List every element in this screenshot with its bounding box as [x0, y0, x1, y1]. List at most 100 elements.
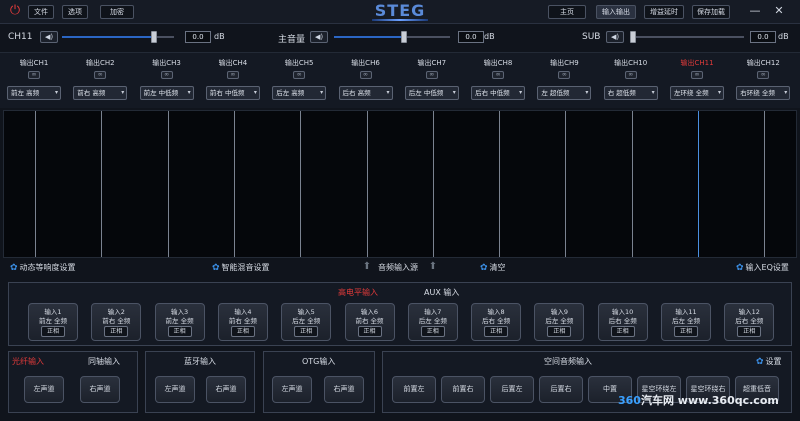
link-icon[interactable]: ∞	[359, 71, 372, 79]
clear-button[interactable]: ✿ 清空	[480, 262, 506, 273]
spatial-button-4[interactable]: 后置右	[539, 376, 583, 403]
link-icon[interactable]: ∞	[558, 71, 571, 79]
bluetooth-right-button[interactable]: 右声道	[206, 376, 246, 403]
link-icon[interactable]: ∞	[94, 71, 107, 79]
phase-button[interactable]: 正相	[104, 326, 129, 337]
phase-button[interactable]: 正相	[357, 326, 382, 337]
phase-button[interactable]: 正相	[737, 326, 762, 337]
aux-input-tab[interactable]: AUX 输入	[424, 287, 459, 298]
link-icon[interactable]: ∞	[691, 71, 703, 79]
master-speaker-icon[interactable]: ◀)	[310, 31, 328, 43]
input-8[interactable]: 输入8 后右 全频 正相	[471, 303, 522, 341]
nav-io-button[interactable]: 输入输出	[596, 5, 636, 19]
phase-button[interactable]: 正相	[294, 326, 319, 337]
ch-value-box[interactable]: 0.0	[185, 31, 211, 43]
power-icon[interactable]: ⏻	[8, 4, 22, 18]
input-eq-button[interactable]: ✿ 输入EQ设置	[736, 262, 789, 273]
input-10[interactable]: 输入10 后右 全频 正相	[597, 303, 648, 341]
input-3[interactable]: 输入3 前左 全频 正相	[154, 303, 205, 341]
channel-name[interactable]: 输出CH12	[733, 58, 793, 68]
minimize-icon[interactable]: —	[748, 4, 762, 18]
channel-select[interactable]: 左 超低频	[537, 86, 592, 100]
nav-gain-delay-button[interactable]: 增益延时	[644, 5, 684, 19]
optical-left-button[interactable]: 左声道	[24, 376, 64, 403]
input-6[interactable]: 输入6 前右 全频 正相	[344, 303, 395, 341]
phase-button[interactable]: 正相	[484, 326, 509, 337]
channel-select[interactable]: 后左 中低频	[404, 86, 459, 100]
channel-name[interactable]: 输出CH3	[137, 58, 197, 68]
menu-encrypt[interactable]: 加密	[100, 5, 134, 19]
channel-select[interactable]: 前右 高频	[73, 86, 128, 100]
loudness-setting-button[interactable]: ✿ 动态等响度设置	[10, 262, 76, 273]
channel-name[interactable]: 输出CH1	[4, 58, 64, 68]
phase-button[interactable]: 正相	[230, 326, 255, 337]
high-level-input-tab[interactable]: 高电平输入	[338, 287, 378, 298]
channel-name[interactable]: 输出CH5	[269, 58, 329, 68]
input-assignment: 前左 全频	[165, 317, 194, 325]
close-icon[interactable]: ✕	[772, 4, 786, 18]
master-slider-thumb[interactable]	[400, 31, 407, 43]
channel-select[interactable]: 右环绕 全频	[736, 86, 791, 100]
master-value-box[interactable]: 0.0	[458, 31, 484, 43]
link-icon[interactable]: ∞	[28, 71, 40, 79]
input-11[interactable]: 输入11 后左 全频 正相	[661, 303, 711, 341]
otg-left-button[interactable]: 左声道	[272, 376, 312, 403]
ch-slider-thumb[interactable]	[150, 31, 157, 43]
menu-options[interactable]: 选项	[62, 5, 88, 19]
input-2[interactable]: 输入2 前右 全频 正相	[91, 303, 142, 341]
channel-select[interactable]: 后右 高频	[338, 86, 393, 100]
channel-name[interactable]: 输出CH9	[534, 58, 594, 68]
phase-button[interactable]: 正相	[167, 326, 192, 337]
link-icon[interactable]: ∞	[425, 71, 438, 79]
phase-button[interactable]: 正相	[420, 326, 445, 337]
sub-slider-track[interactable]	[632, 36, 744, 38]
channel-select[interactable]: 前左 中低频	[139, 86, 194, 100]
channel-name[interactable]: 输出CH2	[70, 58, 130, 68]
phase-button[interactable]: 正相	[547, 326, 572, 337]
spatial-button-3[interactable]: 后置左	[490, 376, 534, 403]
sub-value-box[interactable]: 0.0	[750, 31, 776, 43]
link-icon[interactable]: ∞	[226, 71, 239, 79]
channel-select[interactable]: 前右 中低频	[205, 86, 260, 100]
link-icon[interactable]: ∞	[492, 71, 505, 79]
input-9[interactable]: 输入9 后左 全频 正相	[534, 303, 585, 341]
link-icon[interactable]: ∞	[624, 71, 637, 79]
otg-right-button[interactable]: 右声道	[324, 376, 364, 403]
spatial-settings-button[interactable]: ✿ 设置	[756, 356, 782, 367]
link-icon[interactable]: ∞	[160, 71, 173, 79]
coax-input-tab[interactable]: 同轴输入	[88, 356, 120, 367]
channel-name[interactable]: 输出CH6	[336, 58, 396, 68]
input-7[interactable]: 输入7 后左 全频 正相	[407, 303, 458, 341]
optical-right-button[interactable]: 右声道	[80, 376, 120, 403]
channel-select[interactable]: 后右 中低频	[471, 86, 526, 100]
phase-button[interactable]: 正相	[674, 326, 698, 337]
sub-speaker-icon[interactable]: ◀)	[606, 31, 624, 43]
channel-name[interactable]: 输出CH4	[203, 58, 263, 68]
input-5[interactable]: 输入5 后左 全频 正相	[281, 303, 332, 341]
nav-home-button[interactable]: 主页	[548, 5, 586, 19]
input-1[interactable]: 输入1 前左 全频 正相	[28, 303, 78, 341]
nav-save-load-button[interactable]: 保存加载	[692, 5, 730, 19]
menu-file[interactable]: 文件	[28, 5, 54, 19]
phase-button[interactable]: 正相	[41, 326, 65, 337]
channel-name[interactable]: 输出CH10	[601, 58, 661, 68]
channel-name[interactable]: 输出CH11	[667, 58, 727, 68]
bluetooth-left-button[interactable]: 左声道	[155, 376, 195, 403]
channel-name[interactable]: 输出CH7	[402, 58, 462, 68]
smart-mix-button[interactable]: ✿ 智能混音设置	[212, 262, 270, 273]
spatial-button-2[interactable]: 前置右	[441, 376, 485, 403]
channel-select[interactable]: 左环绕 全频	[670, 86, 724, 100]
link-icon[interactable]: ∞	[293, 71, 306, 79]
channel-name[interactable]: 输出CH8	[468, 58, 528, 68]
sub-slider-thumb[interactable]	[630, 31, 636, 43]
channel-select[interactable]: 右 超低频	[603, 86, 658, 100]
channel-select[interactable]: 后左 高频	[272, 86, 327, 100]
spatial-button-1[interactable]: 前置左	[392, 376, 436, 403]
link-icon[interactable]: ∞	[757, 71, 770, 79]
input-12[interactable]: 输入12 后右 全频 正相	[724, 303, 775, 341]
input-4[interactable]: 输入4 前右 全频 正相	[217, 303, 268, 341]
channel-select[interactable]: 前左 高频	[7, 86, 61, 100]
optical-input-tab[interactable]: 光纤输入	[12, 356, 44, 367]
phase-button[interactable]: 正相	[610, 326, 635, 337]
ch-speaker-icon[interactable]: ◀)	[40, 31, 58, 43]
